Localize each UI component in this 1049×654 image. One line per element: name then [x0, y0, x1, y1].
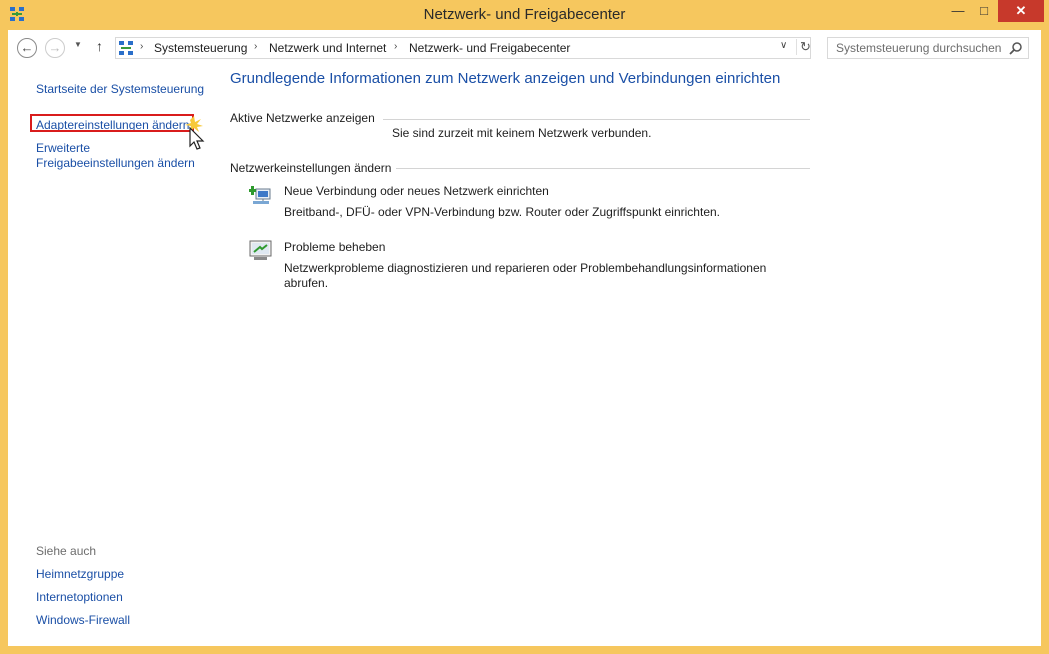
- breadcrumb-separator[interactable]: ›: [140, 41, 143, 52]
- sidebar-item-advanced-sharing-2[interactable]: Freigabeeinstellungen ändern: [36, 156, 195, 170]
- recent-locations-dropdown[interactable]: ▼: [74, 40, 82, 49]
- window-frame: Netzwerk- und Freigabecenter — □ ✕ ← → ▼…: [0, 0, 1049, 654]
- forward-button[interactable]: →: [45, 38, 65, 58]
- troubleshoot-desc-line2: abrufen.: [284, 276, 329, 290]
- window-title: Netzwerk- und Freigabecenter: [423, 6, 626, 23]
- new-connection-desc: Breitband-, DFÜ- oder VPN-Verbindung bzw…: [284, 205, 720, 219]
- see-also-homegroup[interactable]: Heimnetzgruppe: [36, 567, 124, 581]
- new-connection-icon: [249, 186, 271, 204]
- navigation-bar: ← → ▼ ↑ › Systemsteuerung › Netzwerk und…: [8, 30, 1041, 66]
- address-dropdown-icon[interactable]: ∨: [780, 40, 787, 51]
- back-button[interactable]: ←: [17, 38, 37, 58]
- refresh-icon[interactable]: ↻: [796, 39, 814, 55]
- active-networks-label: Aktive Netzwerke anzeigen: [230, 111, 375, 125]
- breadcrumb-separator[interactable]: ›: [394, 41, 397, 52]
- mouse-cursor-icon: [185, 116, 205, 150]
- see-also-firewall[interactable]: Windows-Firewall: [36, 613, 130, 627]
- up-button[interactable]: ↑: [96, 38, 103, 54]
- troubleshoot-desc-line1: Netzwerkprobleme diagnostizieren und rep…: [284, 261, 767, 275]
- sidebar-item-home[interactable]: Startseite der Systemsteuerung: [36, 82, 204, 96]
- minimize-button[interactable]: —: [945, 0, 971, 22]
- change-settings-label: Netzwerkeinstellungen ändern: [230, 161, 392, 175]
- highlight-box: [30, 114, 194, 132]
- see-also-internet-options[interactable]: Internetoptionen: [36, 590, 123, 604]
- title-bar[interactable]: Netzwerk- und Freigabecenter — □ ✕: [0, 0, 1049, 30]
- sidebar-item-advanced-sharing-1[interactable]: Erweiterte: [36, 141, 90, 155]
- see-also-title: Siehe auch: [36, 544, 97, 558]
- no-network-text: Sie sind zurzeit mit keinem Netzwerk ver…: [392, 126, 652, 140]
- page-title: Grundlegende Informationen zum Netzwerk …: [230, 70, 781, 87]
- close-button[interactable]: ✕: [998, 0, 1044, 22]
- search-icon[interactable]: [1009, 41, 1023, 55]
- search-placeholder[interactable]: Systemsteuerung durchsuchen: [836, 41, 1001, 55]
- troubleshoot-icon: [249, 240, 272, 260]
- breadcrumb-netzwerk-internet[interactable]: Netzwerk und Internet: [269, 41, 386, 55]
- troubleshoot-link[interactable]: Probleme beheben: [284, 240, 385, 254]
- maximize-button[interactable]: □: [971, 0, 997, 22]
- search-box[interactable]: Systemsteuerung durchsuchen: [827, 37, 1029, 59]
- control-panel-icon: [119, 41, 133, 55]
- breadcrumb-separator[interactable]: ›: [254, 41, 257, 52]
- breadcrumb-systemsteuerung[interactable]: Systemsteuerung: [154, 41, 247, 55]
- address-bar[interactable]: › Systemsteuerung › Netzwerk und Interne…: [115, 37, 811, 59]
- breadcrumb-netzwerkcenter[interactable]: Netzwerk- und Freigabecenter: [409, 41, 570, 55]
- divider: [383, 119, 810, 120]
- divider: [396, 168, 810, 169]
- new-connection-link[interactable]: Neue Verbindung oder neues Netzwerk einr…: [284, 184, 549, 198]
- client-area: ← → ▼ ↑ › Systemsteuerung › Netzwerk und…: [8, 30, 1041, 646]
